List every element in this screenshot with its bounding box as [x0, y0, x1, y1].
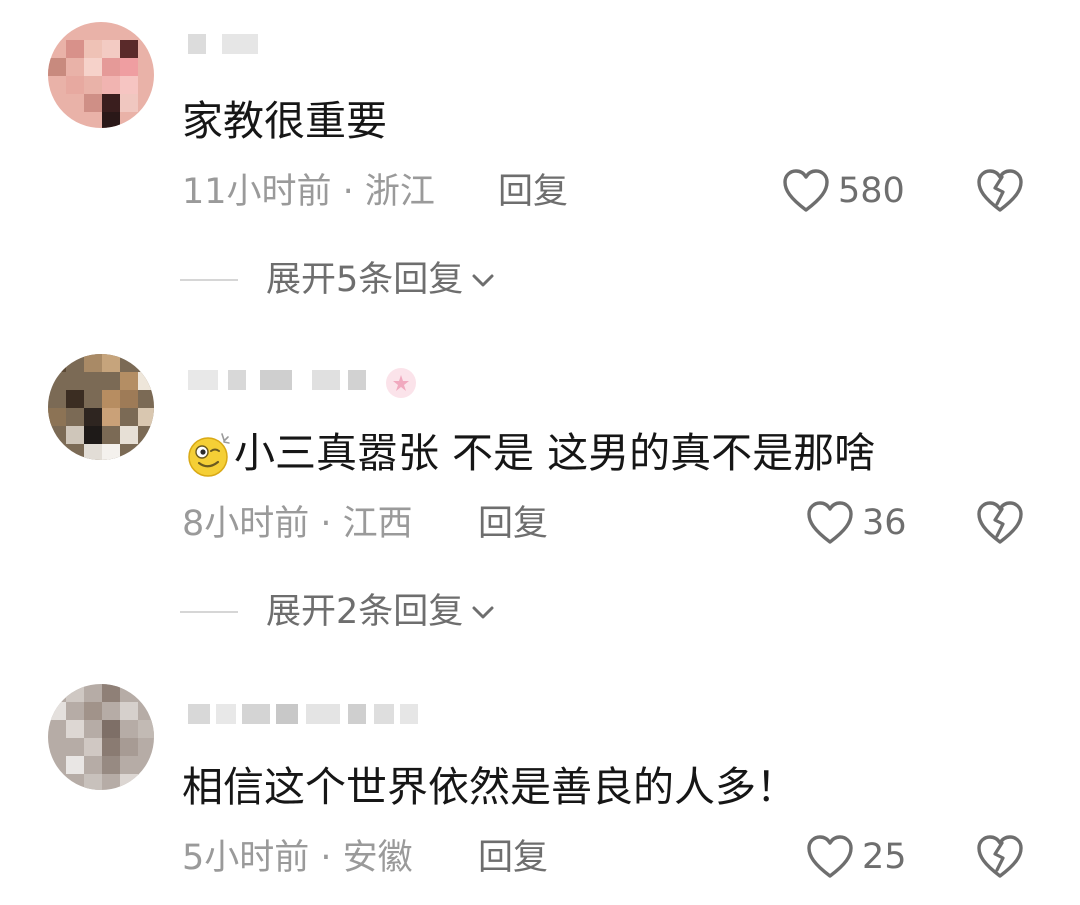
avatar-pixel [102, 720, 120, 738]
avatar-pixel [120, 738, 138, 756]
like-count: 25 [862, 837, 907, 877]
dislike-button[interactable] [976, 834, 1024, 880]
avatar-pixel [102, 756, 120, 774]
username-blur [188, 704, 210, 724]
broken-heart-icon [976, 834, 1024, 880]
username-blur [276, 704, 298, 724]
avatar-pixel [102, 684, 120, 702]
reply-button[interactable]: 回复 [478, 836, 548, 880]
username-blur [400, 704, 418, 724]
avatar-pixel [84, 702, 102, 720]
avatar-pixel [120, 774, 138, 790]
avatar-pixel [84, 774, 102, 790]
comment-text: 相信这个世界依然是善良的人多！ [182, 763, 797, 811]
avatar-pixel [102, 738, 120, 756]
avatar-pixel [66, 720, 84, 738]
username-blur [242, 704, 270, 724]
avatar-pixel [120, 702, 138, 720]
username-blur [306, 704, 340, 724]
avatar-pixel [48, 702, 66, 720]
comment-item: 相信这个世界依然是善良的人多！ 5小时前 · 安徽 回复 25 [0, 0, 1080, 905]
heart-outline-icon [806, 834, 854, 880]
username-blur [348, 704, 366, 724]
username[interactable] [188, 700, 428, 728]
comment-time-location: 5小时前 · 安徽 [182, 838, 413, 878]
like-button[interactable]: 25 [806, 834, 907, 880]
avatar-pixel [66, 756, 84, 774]
username-blur [216, 704, 236, 724]
avatar-pixel [138, 720, 154, 738]
username-blur [374, 704, 394, 724]
avatar-pixel [66, 684, 84, 702]
avatar-pixel [84, 738, 102, 756]
avatar[interactable] [48, 684, 154, 790]
